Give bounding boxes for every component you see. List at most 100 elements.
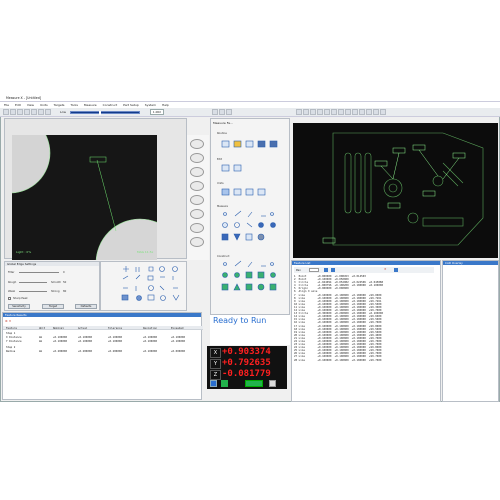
print-icon[interactable]	[380, 109, 386, 115]
run-icon[interactable]	[221, 380, 228, 387]
edge-settings-title: Global Edge Settings	[5, 262, 99, 266]
camera-controls	[187, 135, 209, 260]
run-button[interactable]	[245, 380, 263, 387]
measure-icon[interactable]	[359, 109, 365, 115]
slot-shape	[422, 217, 464, 227]
focus-icon[interactable]	[190, 195, 204, 205]
strong-label: Strong	[51, 290, 60, 293]
layers-icon[interactable]	[345, 109, 351, 115]
measure-tool-icons[interactable]	[101, 262, 188, 312]
back-light-icon[interactable]	[190, 167, 204, 177]
select-icon[interactable]	[352, 109, 358, 115]
table-row[interactable]: Step 1	[6, 332, 15, 335]
menu-measure[interactable]: Measure	[84, 103, 97, 107]
grid-icon[interactable]	[219, 109, 225, 115]
dro-readout: X Y Z +0.903374 +0.792635 -0.081779	[207, 346, 287, 389]
zoom-in-icon[interactable]	[38, 109, 44, 115]
zoom-slider-handle[interactable]	[99, 111, 101, 115]
table-row[interactable]: Y Distance mm +0.100000 +0.100000 +0.100…	[3, 340, 203, 344]
list-item[interactable]: 28 Line +0.100000 +0.100000 +0.100000 +9…	[294, 359, 439, 362]
x-axis-label[interactable]: X	[210, 348, 221, 358]
coax-light-icon[interactable]	[190, 181, 204, 191]
menu-part-setup[interactable]: Part Setup	[123, 103, 139, 107]
zoom-out-icon[interactable]	[45, 109, 51, 115]
target-button[interactable]: Target	[42, 304, 64, 309]
menu-system[interactable]: System	[145, 103, 156, 107]
delete-icon[interactable]: ✕	[384, 267, 387, 271]
defaults-button[interactable]: Defaults	[75, 304, 97, 309]
sensitivity-button[interactable]: Sensitivity	[8, 304, 30, 309]
menu-edit[interactable]: Edit	[15, 103, 21, 107]
edge-icon[interactable]	[190, 209, 204, 219]
light-dial-icon[interactable]	[190, 139, 204, 149]
dimension-icon[interactable]	[366, 109, 372, 115]
pan-icon[interactable]	[331, 109, 337, 115]
export-icon[interactable]	[394, 268, 398, 272]
menu-help[interactable]: Help	[162, 103, 169, 107]
table-row[interactable]: Step 2	[6, 346, 15, 349]
part-outline	[332, 132, 484, 246]
menu-tools[interactable]: Tools	[71, 103, 78, 107]
report-toolbar-icon[interactable]: ⚙ ✕	[5, 319, 11, 323]
view-iso-icon[interactable]	[317, 109, 323, 115]
weak-slider[interactable]	[19, 291, 47, 292]
menu-view[interactable]: View	[27, 103, 34, 107]
zoom-value-field[interactable]: 1.00X	[150, 109, 164, 115]
undo-icon[interactable]	[324, 268, 328, 272]
camera-icon[interactable]	[24, 109, 30, 115]
fit-icon[interactable]	[338, 109, 344, 115]
filter-slider[interactable]	[19, 272, 59, 273]
cell-feature: X Distance	[6, 336, 22, 339]
feature-tag	[422, 190, 436, 197]
lens-label: Low	[60, 110, 66, 114]
smooth-value: 50	[63, 281, 67, 284]
home-icon[interactable]	[210, 380, 217, 387]
cell-tolerance: +0.100000	[108, 336, 123, 339]
ruler-icon[interactable]	[226, 109, 232, 115]
new-icon[interactable]	[3, 109, 9, 115]
col-deviation: Deviation	[143, 326, 158, 330]
view-front-icon[interactable]	[296, 109, 302, 115]
menu-targets[interactable]: Targets	[54, 103, 65, 107]
menu-file[interactable]: File	[4, 103, 9, 107]
cell-tolerance: +0.280000	[108, 350, 123, 353]
menu-units[interactable]: Units	[40, 103, 48, 107]
z-axis-label[interactable]: Z	[210, 370, 221, 380]
cell-exceeded: +0.100000	[171, 340, 186, 343]
section-measure: Measure	[217, 205, 229, 208]
ring-light-icon[interactable]	[190, 153, 204, 163]
y-axis-label[interactable]: Y	[210, 359, 221, 369]
distance-line	[96, 159, 117, 232]
angle-icon[interactable]	[373, 109, 379, 115]
cell-nominal: +0.280000	[53, 350, 68, 353]
table-row[interactable]: Radius mm +0.280000 +0.280000 +0.280000 …	[3, 350, 203, 354]
sharp-peak-checkbox[interactable]	[8, 297, 11, 300]
filter-label: Filter	[8, 271, 15, 274]
col-feature: Feature	[6, 326, 17, 330]
save-icon[interactable]	[17, 109, 23, 115]
col-tolerance: Tolerance	[108, 326, 123, 330]
rough-slider[interactable]	[19, 282, 47, 283]
feature-tag	[387, 202, 401, 209]
rotate-icon[interactable]	[324, 109, 330, 115]
fov-label: MAG 11.5x	[137, 250, 154, 254]
redo-icon[interactable]	[331, 268, 335, 272]
feature-list-body: 1 Point +0.000000 +1.008453 +0.014503 2 …	[294, 275, 439, 362]
feature-list-panel: Feature List Pan ✕ 1 Point +0.000000 +1.…	[291, 260, 441, 402]
auto-focus-icon[interactable]	[190, 237, 204, 247]
pan-select[interactable]	[309, 268, 319, 272]
window-title: Measure X - [Untitled]	[6, 96, 42, 100]
open-icon[interactable]	[10, 109, 16, 115]
view-top-icon[interactable]	[303, 109, 309, 115]
zoom-dial-icon[interactable]	[190, 223, 204, 233]
crosshair-icon[interactable]	[31, 109, 37, 115]
zoom-slider[interactable]	[70, 111, 140, 115]
tool-icons[interactable]	[211, 119, 291, 309]
target-icon[interactable]	[212, 109, 218, 115]
pause-icon[interactable]	[269, 380, 276, 387]
cad-3d-view[interactable]	[293, 123, 498, 258]
view-side-icon[interactable]	[310, 109, 316, 115]
menu-construct[interactable]: Construct	[103, 103, 118, 107]
section-edit: Edit	[217, 158, 223, 161]
camera-view[interactable]: Light : 0% MAG 11.5x	[12, 135, 157, 260]
